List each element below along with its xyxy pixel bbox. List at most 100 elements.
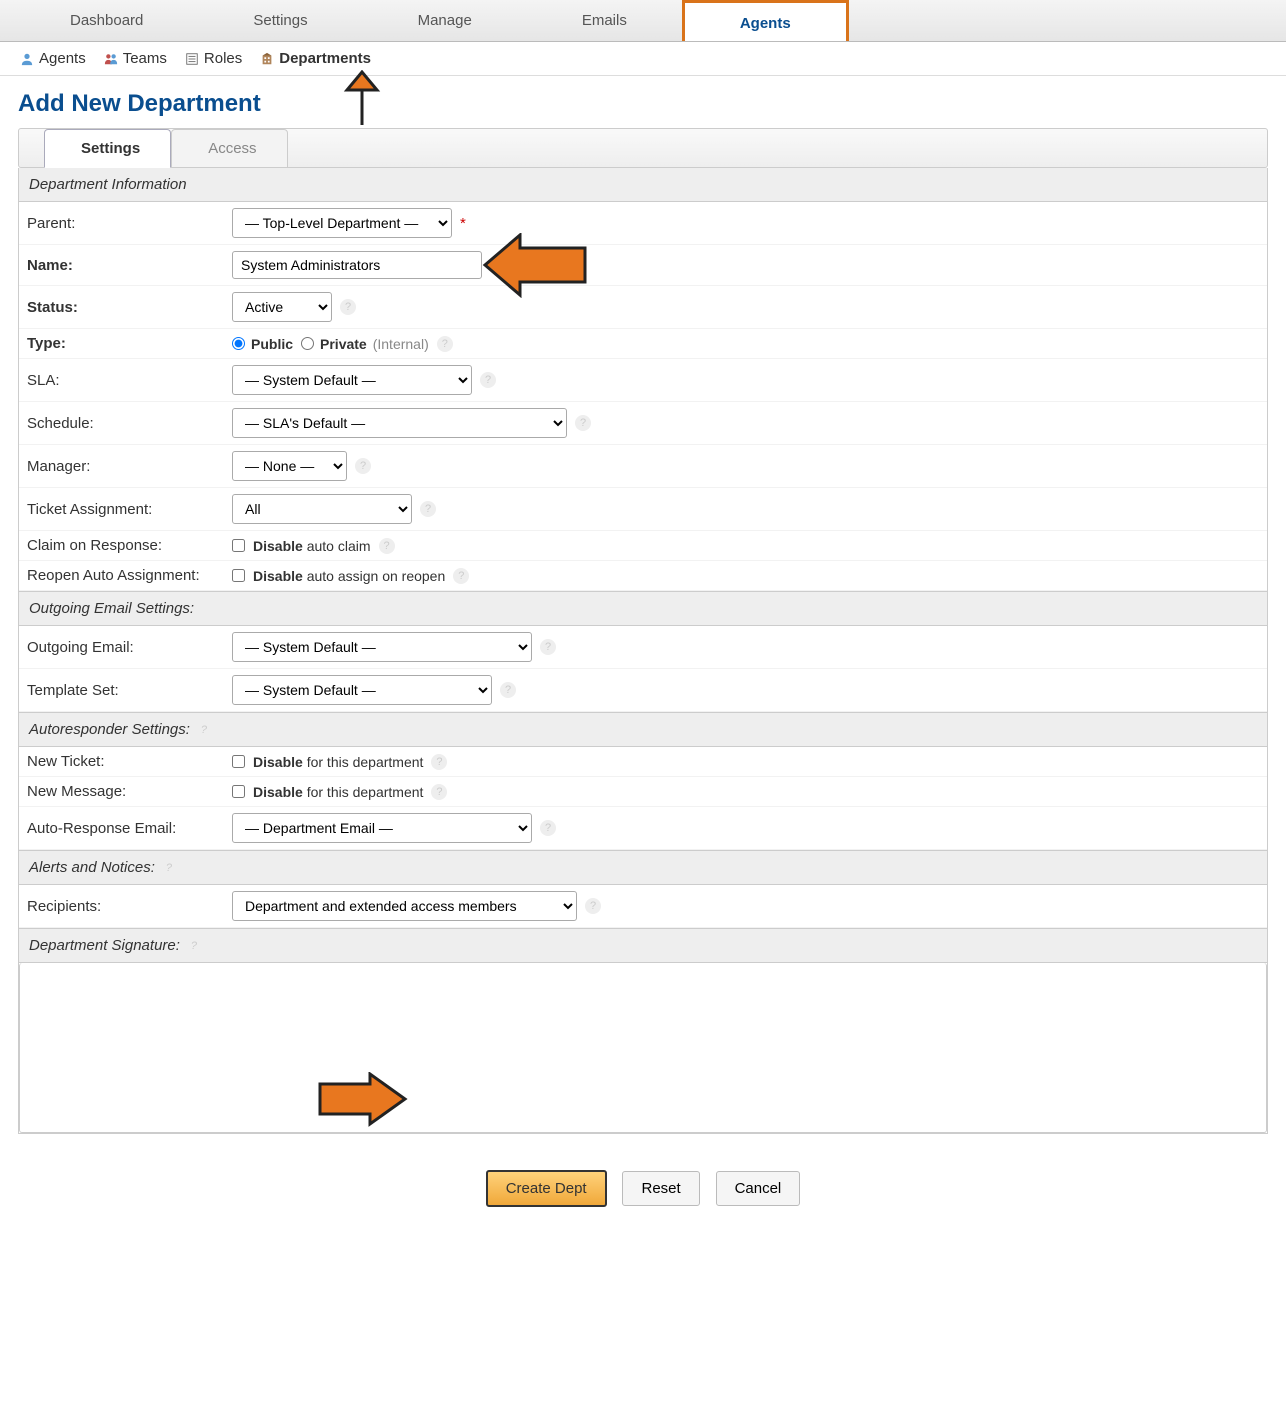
select-schedule[interactable]: — SLA's Default — bbox=[232, 408, 567, 438]
select-auto-response-email[interactable]: — Department Email — bbox=[232, 813, 532, 843]
checkbox-claim[interactable] bbox=[232, 539, 245, 552]
label-public: Public bbox=[251, 336, 293, 352]
help-icon[interactable] bbox=[453, 568, 469, 584]
label-new-message: New Message: bbox=[27, 783, 232, 800]
help-icon[interactable] bbox=[480, 372, 496, 388]
select-outgoing-email[interactable]: — System Default — bbox=[232, 632, 532, 662]
arrow-annotation-icon bbox=[315, 1072, 410, 1127]
help-icon[interactable] bbox=[186, 938, 202, 954]
cancel-button[interactable]: Cancel bbox=[716, 1171, 801, 1206]
tab-manage[interactable]: Manage bbox=[363, 0, 527, 41]
label-template-set: Template Set: bbox=[27, 682, 232, 699]
subnav-roles[interactable]: Roles bbox=[185, 50, 242, 67]
help-icon[interactable] bbox=[340, 299, 356, 315]
claim-text: auto claim bbox=[303, 538, 371, 554]
help-icon[interactable] bbox=[420, 501, 436, 517]
radio-public[interactable] bbox=[232, 337, 245, 350]
arrow-annotation-icon bbox=[480, 233, 590, 298]
subnav-teams-label: Teams bbox=[123, 50, 167, 67]
help-icon[interactable] bbox=[379, 538, 395, 554]
label-parent: Parent: bbox=[27, 215, 232, 232]
textarea-signature[interactable] bbox=[19, 963, 1267, 1133]
help-icon[interactable] bbox=[540, 820, 556, 836]
label-outgoing-email: Outgoing Email: bbox=[27, 639, 232, 656]
help-icon[interactable] bbox=[355, 458, 371, 474]
arrow-annotation-icon bbox=[335, 70, 390, 130]
section-outgoing: Outgoing Email Settings: bbox=[19, 591, 1267, 626]
section-department-info: Department Information bbox=[19, 168, 1267, 202]
radio-private[interactable] bbox=[301, 337, 314, 350]
select-template-set[interactable]: — System Default — bbox=[232, 675, 492, 705]
checkbox-new-message[interactable] bbox=[232, 785, 245, 798]
new-ticket-text: for this department bbox=[303, 754, 424, 770]
section-signature: Department Signature: bbox=[19, 928, 1267, 963]
select-manager[interactable]: — None — bbox=[232, 451, 347, 481]
subnav-departments[interactable]: Departments bbox=[260, 50, 371, 67]
label-type: Type: bbox=[27, 335, 232, 352]
reopen-text: auto assign on reopen bbox=[303, 568, 445, 584]
label-private: Private bbox=[320, 336, 367, 352]
top-nav: Dashboard Settings Manage Emails Agents bbox=[0, 0, 1286, 42]
disable-word: Disable bbox=[253, 784, 303, 800]
label-manager: Manager: bbox=[27, 458, 232, 475]
label-sla: SLA: bbox=[27, 372, 232, 389]
building-icon bbox=[260, 52, 274, 66]
required-icon: * bbox=[460, 215, 466, 232]
label-reopen: Reopen Auto Assignment: bbox=[27, 567, 232, 584]
form-tab-settings[interactable]: Settings bbox=[44, 129, 171, 168]
select-status[interactable]: Active bbox=[232, 292, 332, 322]
section-alerts: Alerts and Notices: bbox=[19, 850, 1267, 885]
label-internal: (Internal) bbox=[373, 336, 429, 352]
help-icon[interactable] bbox=[196, 722, 212, 738]
help-icon[interactable] bbox=[437, 336, 453, 352]
form-tab-access[interactable]: Access bbox=[171, 129, 287, 168]
label-claim: Claim on Response: bbox=[27, 537, 232, 554]
list-icon bbox=[185, 52, 199, 66]
form-tab-access-label: Access bbox=[208, 140, 256, 157]
person-icon bbox=[20, 52, 34, 66]
reset-button[interactable]: Reset bbox=[622, 1171, 699, 1206]
label-name: Name: bbox=[27, 257, 232, 274]
label-status: Status: bbox=[27, 299, 232, 316]
subnav-teams[interactable]: Teams bbox=[104, 50, 167, 67]
form-tab-settings-label: Settings bbox=[81, 140, 140, 157]
create-dept-button[interactable]: Create Dept bbox=[486, 1170, 607, 1207]
disable-word: Disable bbox=[253, 538, 303, 554]
section-autoresponder: Autoresponder Settings: bbox=[19, 712, 1267, 747]
select-parent[interactable]: — Top-Level Department — bbox=[232, 208, 452, 238]
form-area: Department Information Parent: — Top-Lev… bbox=[18, 168, 1268, 1134]
checkbox-reopen[interactable] bbox=[232, 569, 245, 582]
subnav-agents-label: Agents bbox=[39, 50, 86, 67]
label-schedule: Schedule: bbox=[27, 415, 232, 432]
select-sla[interactable]: — System Default — bbox=[232, 365, 472, 395]
tab-dashboard[interactable]: Dashboard bbox=[15, 0, 198, 41]
people-icon bbox=[104, 52, 118, 66]
help-icon[interactable] bbox=[161, 860, 177, 876]
disable-word: Disable bbox=[253, 568, 303, 584]
form-tabs: Settings Access bbox=[18, 128, 1268, 168]
label-auto-response-email: Auto-Response Email: bbox=[27, 820, 232, 837]
subnav-agents[interactable]: Agents bbox=[20, 50, 86, 67]
input-name[interactable] bbox=[232, 251, 482, 279]
tab-emails[interactable]: Emails bbox=[527, 0, 682, 41]
subnav-roles-label: Roles bbox=[204, 50, 242, 67]
select-ticket-assignment[interactable]: All bbox=[232, 494, 412, 524]
help-icon[interactable] bbox=[540, 639, 556, 655]
checkbox-new-ticket[interactable] bbox=[232, 755, 245, 768]
disable-word: Disable bbox=[253, 754, 303, 770]
new-message-text: for this department bbox=[303, 784, 424, 800]
label-ticket-assignment: Ticket Assignment: bbox=[27, 501, 232, 518]
help-icon[interactable] bbox=[500, 682, 516, 698]
help-icon[interactable] bbox=[431, 784, 447, 800]
tab-settings[interactable]: Settings bbox=[198, 0, 362, 41]
tab-agents[interactable]: Agents bbox=[682, 0, 849, 41]
label-new-ticket: New Ticket: bbox=[27, 753, 232, 770]
label-recipients: Recipients: bbox=[27, 898, 232, 915]
help-icon[interactable] bbox=[431, 754, 447, 770]
button-row: Create Dept Reset Cancel bbox=[0, 1152, 1286, 1237]
sub-nav: Agents Teams Roles Departments bbox=[0, 42, 1286, 76]
help-icon[interactable] bbox=[575, 415, 591, 431]
page-title: Add New Department bbox=[0, 76, 1286, 128]
help-icon[interactable] bbox=[585, 898, 601, 914]
select-recipients[interactable]: Department and extended access members bbox=[232, 891, 577, 921]
